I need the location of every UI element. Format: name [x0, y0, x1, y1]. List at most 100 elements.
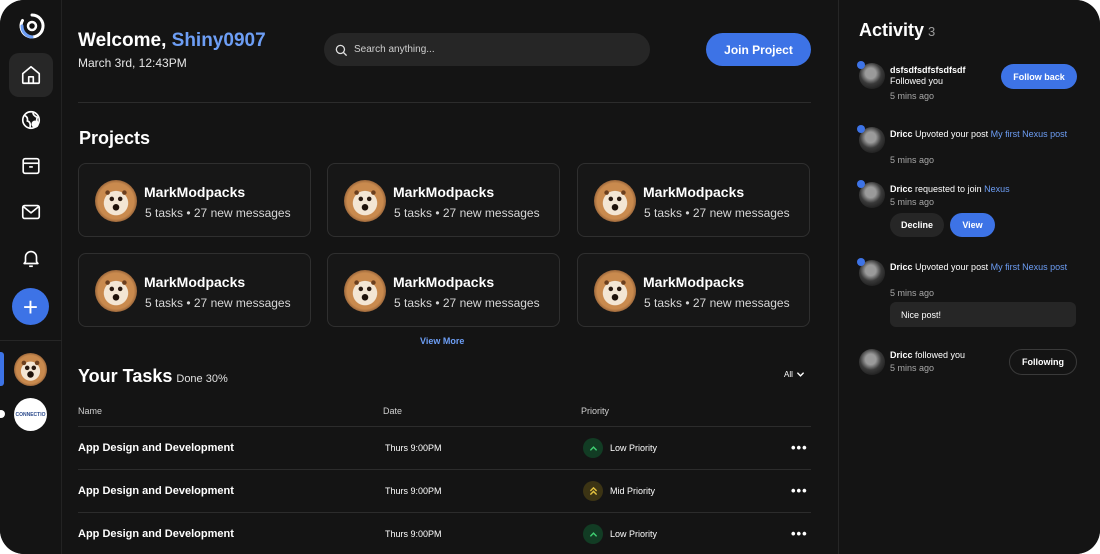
unread-dot — [857, 125, 865, 133]
more-options-icon[interactable]: ••• — [791, 440, 808, 455]
sidebar-item-archive[interactable] — [9, 144, 53, 188]
avatar[interactable] — [857, 180, 885, 208]
avatar[interactable] — [857, 125, 885, 153]
home-icon — [21, 65, 41, 85]
activity-user[interactable]: Dricc — [890, 350, 913, 360]
activity-action: Followed you — [890, 76, 944, 86]
search-placeholder: Search anything... — [354, 44, 435, 55]
post-link[interactable]: My first Nexus post — [991, 262, 1068, 272]
follow-back-button[interactable]: Follow back — [1001, 64, 1077, 89]
chevron-up-icon — [583, 524, 603, 544]
sidebar-item-home[interactable] — [9, 53, 53, 97]
avatar[interactable] — [857, 61, 885, 89]
project-avatar — [594, 180, 636, 222]
activity-user[interactable]: Dricc — [890, 262, 913, 272]
project-card[interactable]: MarkModpacks 5 tasks • 27 new messages — [577, 163, 810, 237]
activity-item-text: Dricc Upvoted your post My first Nexus p… — [890, 262, 1070, 273]
project-name: MarkModpacks — [643, 274, 745, 290]
archive-icon — [22, 157, 40, 175]
projects-title: Projects — [79, 128, 151, 148]
comment-preview[interactable]: Nice post! — [890, 302, 1076, 327]
activity-user[interactable]: Dricc — [890, 184, 913, 194]
project-meta: 5 tasks • 27 new messages — [145, 206, 291, 220]
project-name: MarkModpacks — [393, 274, 495, 290]
header-divider — [78, 102, 811, 103]
chevron-up-icon — [583, 438, 603, 458]
activity-user[interactable]: dsfsdfsdfsfsdfsdf — [890, 65, 966, 75]
activity-time: 5 mins ago — [890, 155, 935, 165]
activity-count: 3 — [928, 24, 936, 39]
unread-dot — [857, 180, 865, 188]
unread-dot — [857, 258, 865, 266]
project-card[interactable]: MarkModpacks 5 tasks • 27 new messages — [78, 163, 311, 237]
project-card[interactable]: MarkModpacks 5 tasks • 27 new messages — [78, 253, 311, 327]
column-header-priority[interactable]: Priority — [581, 406, 609, 416]
post-link[interactable]: My first Nexus post — [991, 129, 1068, 139]
activity-time: 5 mins ago — [890, 197, 935, 207]
tasks-title-text: Your Tasks — [78, 366, 173, 386]
chevron-down-icon — [796, 372, 804, 377]
task-priority: Low Priority — [583, 524, 657, 544]
more-options-icon[interactable]: ••• — [791, 526, 808, 541]
view-button[interactable]: View — [950, 213, 995, 237]
following-button[interactable]: Following — [1009, 349, 1077, 375]
project-meta: 5 tasks • 27 new messages — [644, 206, 790, 220]
project-card[interactable]: MarkModpacks 5 tasks • 27 new messages — [577, 253, 810, 327]
bell-icon — [23, 250, 39, 268]
project-name: MarkModpacks — [144, 274, 246, 290]
project-avatar — [594, 270, 636, 312]
activity-user[interactable]: Dricc — [890, 129, 913, 139]
avatar[interactable] — [859, 349, 885, 375]
workspace-avatar-2[interactable]: CONNECTIO — [14, 398, 47, 431]
add-workspace-button[interactable]: + — [12, 288, 49, 325]
project-meta: 5 tasks • 27 new messages — [644, 296, 790, 310]
project-name: MarkModpacks — [144, 184, 246, 200]
sidebar-item-mail[interactable] — [9, 190, 53, 234]
activity-action: Upvoted your post — [915, 129, 989, 139]
sidebar: + CONNECTIO — [0, 0, 62, 554]
project-card[interactable]: MarkModpacks 5 tasks • 27 new messages — [327, 253, 560, 327]
mail-icon — [21, 204, 41, 220]
tasks-filter-dropdown[interactable]: All — [784, 370, 805, 379]
project-meta: 5 tasks • 27 new messages — [145, 296, 291, 310]
sidebar-item-explore[interactable] — [9, 98, 53, 142]
workspace-avatar-1[interactable] — [14, 353, 47, 386]
filter-label: All — [784, 370, 793, 379]
double-chevron-up-icon — [583, 481, 603, 501]
workspace-notification-dot — [0, 410, 5, 418]
decline-button[interactable]: Decline — [890, 213, 944, 237]
tasks-done-percent: Done 30% — [176, 373, 228, 385]
project-meta: 5 tasks • 27 new messages — [394, 296, 540, 310]
column-header-name[interactable]: Name — [78, 406, 102, 416]
active-workspace-indicator — [0, 352, 4, 386]
plus-icon: + — [22, 291, 39, 322]
app-logo-icon[interactable] — [18, 12, 46, 40]
project-avatar — [344, 180, 386, 222]
sidebar-item-notifications[interactable] — [9, 236, 53, 280]
project-name: MarkModpacks — [393, 184, 495, 200]
activity-item-text: Dricc Upvoted your post My first Nexus p… — [890, 129, 1070, 140]
task-name[interactable]: App Design and Development — [78, 442, 234, 454]
workspace-2-logo-text: CONNECTIO — [15, 411, 46, 418]
avatar[interactable] — [857, 258, 885, 286]
globe-icon — [21, 110, 41, 130]
activity-item-text: Dricc requested to join Nexus — [890, 184, 1070, 195]
join-project-button[interactable]: Join Project — [706, 33, 811, 66]
activity-time: 5 mins ago — [890, 91, 935, 101]
activity-title: Activity 3 — [859, 20, 935, 41]
task-priority: Low Priority — [583, 438, 657, 458]
project-card[interactable]: MarkModpacks 5 tasks • 27 new messages — [327, 163, 560, 237]
column-header-date[interactable]: Date — [383, 406, 402, 416]
welcome-prefix: Welcome, — [78, 30, 167, 51]
task-name[interactable]: App Design and Development — [78, 528, 234, 540]
priority-label: Mid Priority — [610, 486, 656, 496]
search-input[interactable]: Search anything... — [324, 33, 650, 66]
task-name[interactable]: App Design and Development — [78, 485, 234, 497]
view-more-link[interactable]: View More — [420, 336, 464, 346]
project-link[interactable]: Nexus — [984, 184, 1010, 194]
activity-action: Upvoted your post — [915, 262, 989, 272]
task-date: Thurs 9:00PM — [385, 529, 442, 539]
activity-title-text: Activity — [859, 20, 925, 40]
more-options-icon[interactable]: ••• — [791, 483, 808, 498]
current-datetime: March 3rd, 12:43PM — [78, 56, 187, 70]
